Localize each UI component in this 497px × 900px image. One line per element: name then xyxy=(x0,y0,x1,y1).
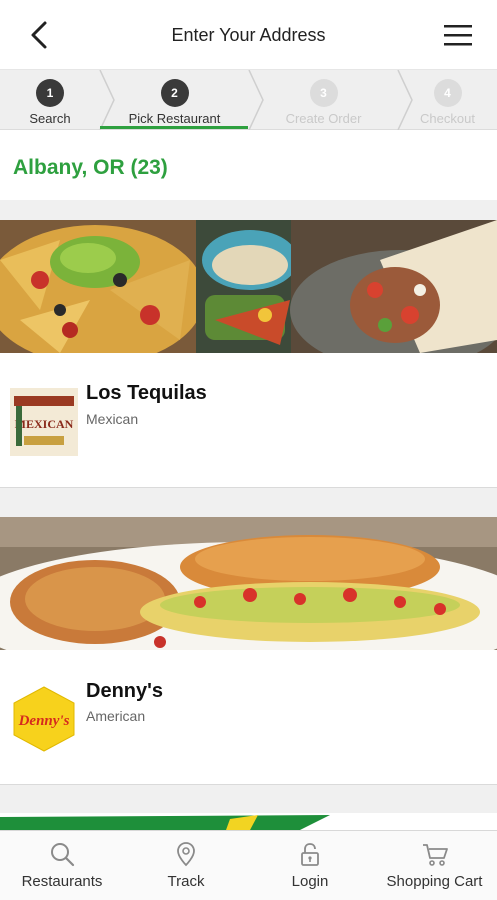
nav-login[interactable]: Login xyxy=(248,831,372,900)
logo-lettering: Denny's xyxy=(18,713,70,729)
restaurant-card-los-tequilas[interactable]: MEXICAN Los Tequilas Mexican xyxy=(0,220,497,488)
restaurant-logo: MEXICAN xyxy=(10,388,78,456)
restaurant-cuisine: American xyxy=(86,708,146,724)
step-label: Create Order xyxy=(285,111,362,126)
list-spacer xyxy=(0,200,497,220)
location-heading: Albany, OR (23) xyxy=(13,156,168,179)
nav-label: Login xyxy=(291,873,329,890)
bottom-navigation: Restaurants Track Login Shopping Cart xyxy=(0,830,497,900)
nav-label: Track xyxy=(167,873,205,890)
restaurant-banner-image xyxy=(0,517,497,650)
restaurant-banner-image xyxy=(0,813,497,830)
step-number: 3 xyxy=(309,79,338,107)
cart-icon xyxy=(422,844,448,866)
step-checkout: 4 Checkout xyxy=(398,70,497,130)
nav-label: Restaurants xyxy=(21,873,103,890)
restaurant-name: Los Tequilas xyxy=(86,382,207,404)
list-spacer xyxy=(0,785,497,813)
page-title: Enter Your Address xyxy=(171,25,326,45)
nav-shopping-cart[interactable]: Shopping Cart xyxy=(372,831,497,900)
menu-button[interactable] xyxy=(443,23,473,47)
step-pick-restaurant[interactable]: 2 Pick Restaurant xyxy=(100,70,249,130)
restaurant-banner-image xyxy=(0,220,497,353)
restaurant-name: Denny's xyxy=(86,680,164,702)
step-number: 1 xyxy=(36,79,64,107)
restaurant-cuisine: Mexican xyxy=(86,411,139,427)
active-step-indicator xyxy=(100,126,248,129)
nav-track[interactable]: Track xyxy=(124,831,248,900)
restaurant-card-dennys[interactable]: Denny's Denny's American xyxy=(0,517,497,785)
step-label: Checkout xyxy=(420,111,475,126)
logo-lettering: MEXICAN xyxy=(15,417,74,431)
nav-restaurants[interactable]: Restaurants xyxy=(0,831,124,900)
order-progress-steps: 1 Search 2 Pick Restaurant 3 Create Orde… xyxy=(0,70,497,130)
app-header: Enter Your Address xyxy=(0,0,497,70)
restaurant-card-partial[interactable] xyxy=(0,813,497,830)
step-number: 4 xyxy=(433,79,462,107)
step-label: Search xyxy=(29,111,71,126)
list-spacer xyxy=(0,488,497,517)
lock-icon xyxy=(301,843,319,866)
restaurant-logo: Denny's xyxy=(10,685,78,753)
step-search[interactable]: 1 Search xyxy=(0,70,100,130)
step-create-order: 3 Create Order xyxy=(249,70,398,130)
nav-label: Shopping Cart xyxy=(386,873,483,890)
step-label: Pick Restaurant xyxy=(128,111,221,126)
search-icon xyxy=(51,843,75,867)
step-number: 2 xyxy=(160,79,189,107)
hamburger-menu-icon xyxy=(444,25,472,46)
location-pin-icon xyxy=(177,842,195,867)
